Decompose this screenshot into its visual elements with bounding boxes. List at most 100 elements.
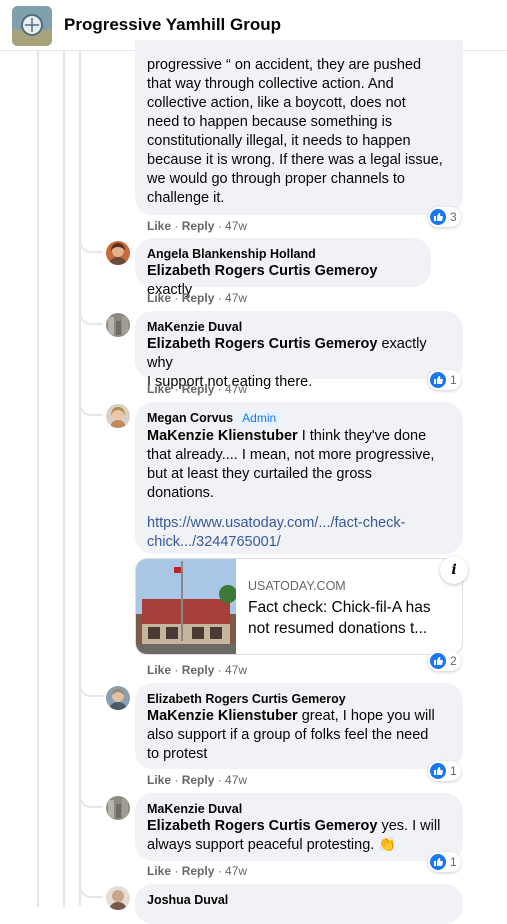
avatar[interactable] [106,796,130,820]
like-link[interactable]: Like [147,291,171,305]
like-link[interactable]: Like [147,773,171,787]
comment-bubble: Angela Blankenship Holland Elizabeth Rog… [135,238,431,298]
reply-link[interactable]: Reply [182,382,215,396]
timestamp[interactable]: 47w [225,291,247,305]
comment-actions: Like · Reply · 47w [147,663,248,677]
comment-text: MaKenzie Klienstuber I think they've don… [147,427,451,446]
comment-text-line: progressive “ on accident, they are push… [147,57,422,73]
reaction-count[interactable]: 1 [428,761,461,781]
avatar[interactable] [106,404,130,428]
comment-text-line: constitutionally illegal, it needs to ha… [147,133,411,149]
thread-connector [91,323,103,325]
comment-text-body: great, I hope you will [297,708,435,724]
comment-link[interactable]: chick.../3244765001/ [147,533,451,552]
comment-text-line: collective action, like a boycott, does … [147,95,406,111]
group-avatar[interactable] [12,6,52,46]
reaction-number: 1 [450,373,457,387]
reply-link[interactable]: Reply [182,291,215,305]
mention[interactable]: MaKenzie Klienstuber [147,428,298,444]
thread-line [63,51,65,907]
comment-actions: Like · Reply · 47w [147,864,248,878]
comment-text: MaKenzie Klienstuber great, I hope you w… [147,707,451,726]
comment-actions: Like · Reply · 47w [147,291,248,305]
comment-text-line: challenge it. [147,190,225,206]
mention[interactable]: Elizabeth Rogers Curtis Gemeroy [147,818,377,834]
comment-text-line: because it is wrong. If there was a lega… [147,152,443,168]
info-icon[interactable]: i [440,556,468,584]
mention[interactable]: MaKenzie Klienstuber [147,708,298,724]
thread-connector [91,251,103,253]
link-preview-card[interactable]: USATODAY.COM Fact check: Chick-fil-A has… [135,558,463,655]
comment-text: Elizabeth Rogers Curtis Gemeroy yes. I w… [147,817,451,836]
comment-link[interactable]: https://www.usatoday.com/.../fact-check- [147,514,451,533]
thread-line [37,51,39,907]
reaction-count[interactable]: 1 [428,852,461,872]
reply-link[interactable]: Reply [182,773,215,787]
reaction-number: 1 [450,855,457,869]
comment-bubble: MaKenzie Duval Elizabeth Rogers Curtis G… [135,311,463,390]
avatar[interactable] [106,313,130,337]
comment-text-line: that way through collective action. And [147,76,394,92]
reaction-count[interactable]: 3 [428,207,461,227]
comment-bubble: Joshua Duval [135,884,463,924]
comment-text: Elizabeth Rogers Curtis Gemeroy exactly … [147,335,451,373]
thread-connector [91,806,103,808]
like-icon [430,653,446,669]
avatar[interactable] [106,686,130,710]
comment-actions: Like · Reply · 47w [147,773,248,787]
mention[interactable]: Elizabeth Rogers Curtis Gemeroy [147,263,377,279]
comment-bubble: progressive “ on accident, they are push… [135,40,463,215]
timestamp[interactable]: 47w [225,219,247,233]
timestamp[interactable]: 47w [225,864,247,878]
comment-author[interactable]: MaKenzie Duval [147,801,451,817]
author-name[interactable]: Megan Corvus [147,411,233,425]
comment-author[interactable]: Elizabeth Rogers Curtis Gemeroy [147,691,451,707]
mention[interactable]: Elizabeth Rogers Curtis Gemeroy [147,336,377,352]
comment-actions: Like · Reply · 47w [147,219,248,233]
like-link[interactable]: Like [147,864,171,878]
comment-author[interactable]: MaKenzie Duval [147,319,451,335]
reaction-number: 3 [450,210,457,224]
preview-title: Fact check: Chick-fil-A has not resumed … [248,599,431,637]
timestamp[interactable]: 47w [225,663,247,677]
like-icon [430,854,446,870]
preview-domain: USATODAY.COM [248,579,346,593]
timestamp[interactable]: 47w [225,773,247,787]
reply-link[interactable]: Reply [182,864,215,878]
reaction-count[interactable]: 1 [428,370,461,390]
thread-line [79,51,81,906]
like-icon [430,763,446,779]
thread-connector [91,414,103,416]
comment-text-line: but at least they curtailed the gross [147,466,372,482]
reply-link[interactable]: Reply [182,219,215,233]
reaction-number: 1 [450,764,457,778]
avatar[interactable] [106,241,130,265]
comment-actions: Like · Reply · 47w [147,382,248,396]
admin-badge: Admin [237,410,282,427]
group-title[interactable]: Progressive Yamhill Group [64,15,281,35]
comment-text-line: that already.... I mean, not more progre… [147,447,435,463]
comment-text-body: I think they've done [297,428,427,444]
comment-text-line: donations. [147,485,214,501]
like-link[interactable]: Like [147,663,171,677]
comment-author[interactable]: Angela Blankenship Holland [147,246,419,262]
thread-connector [91,695,103,697]
like-link[interactable]: Like [147,219,171,233]
timestamp[interactable]: 47w [225,382,247,396]
comment-bubble: Elizabeth Rogers Curtis Gemeroy MaKenzie… [135,683,463,769]
like-link[interactable]: Like [147,382,171,396]
comment-text-line: always support peaceful protesting. 👏 [147,837,397,853]
like-icon [430,372,446,388]
avatar[interactable] [106,886,130,910]
comment-text-line: also support if a group of folks feel th… [147,727,429,743]
reaction-number: 2 [450,654,457,668]
preview-image [136,559,237,654]
reply-link[interactable]: Reply [182,663,215,677]
comment-text-line: need to happen because something is [147,114,393,130]
comment-bubble: Megan Corvus Admin MaKenzie Klienstuber I… [135,402,463,554]
reaction-count[interactable]: 2 [428,651,461,671]
like-icon [430,209,446,225]
comment-author[interactable]: Joshua Duval [147,892,451,908]
comment-text-body: yes. I will [377,818,441,834]
comment-text-line: to protest [147,746,208,762]
